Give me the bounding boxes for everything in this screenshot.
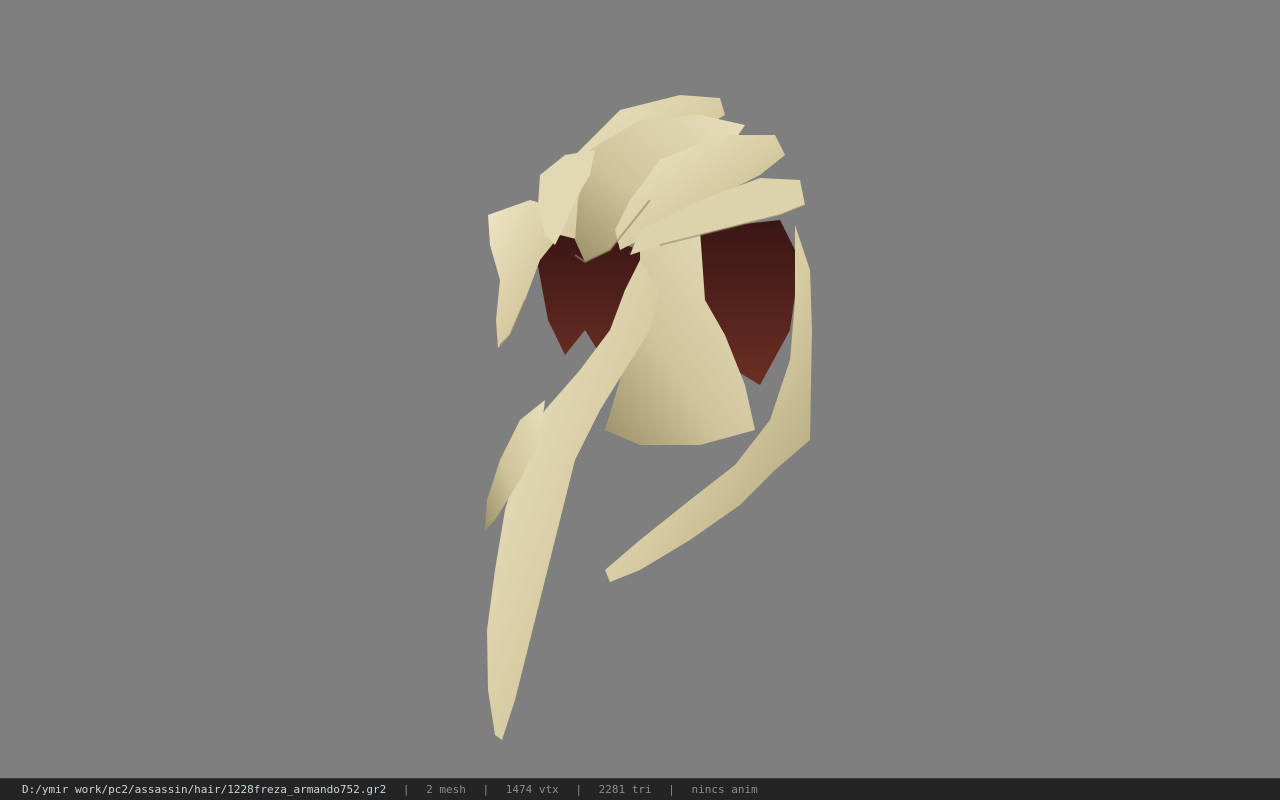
triangle-count: 2281 tri — [598, 783, 652, 796]
vertex-count: 1474 vtx — [505, 783, 559, 796]
3d-viewport[interactable] — [0, 0, 1280, 778]
animation-status: nincs anim — [691, 783, 758, 796]
separator: | — [402, 783, 410, 796]
mesh-count: 2 mesh — [426, 783, 466, 796]
separator: | — [482, 783, 490, 796]
hair-model — [485, 95, 812, 740]
status-bar: D:/ymir work/pc2/assassin/hair/1228freza… — [0, 778, 1280, 800]
separator: | — [668, 783, 675, 796]
file-path: D:/ymir work/pc2/assassin/hair/1228freza… — [22, 783, 387, 796]
separator: | — [575, 783, 582, 796]
